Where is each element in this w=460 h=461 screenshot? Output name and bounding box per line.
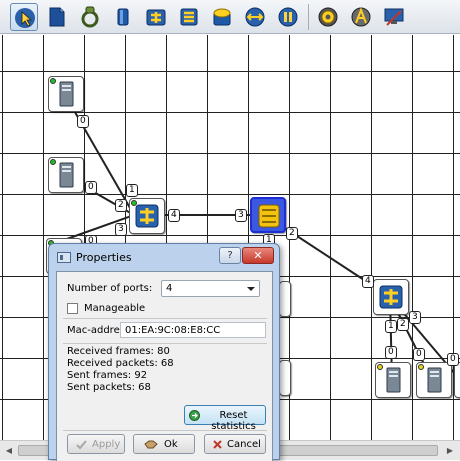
hub-tool-button[interactable] bbox=[142, 3, 170, 31]
manageable-checkbox[interactable] bbox=[67, 303, 78, 314]
toolbar-separator bbox=[308, 4, 309, 30]
hub-node-2[interactable] bbox=[373, 279, 409, 315]
font-icon bbox=[351, 7, 371, 27]
computer-icon bbox=[59, 81, 74, 107]
ports-label: Number of ports: bbox=[67, 283, 153, 294]
port-label: 3 bbox=[235, 209, 247, 222]
hub-node-1[interactable] bbox=[129, 198, 165, 234]
port-label: 2 bbox=[115, 199, 127, 212]
computer-node-5[interactable] bbox=[416, 362, 452, 398]
cancel-label: Cancel bbox=[227, 439, 261, 450]
bridge-icon bbox=[245, 7, 265, 27]
router-tool-button[interactable] bbox=[208, 3, 236, 31]
port-label: 0 bbox=[385, 346, 397, 359]
dialog-title: Properties bbox=[76, 251, 132, 264]
pause-icon bbox=[278, 7, 298, 27]
ports-select[interactable]: 4 bbox=[161, 280, 260, 297]
sent-frames-stat: Sent frames: 92 bbox=[67, 370, 148, 381]
switch-icon bbox=[258, 204, 280, 228]
computer-icon bbox=[427, 367, 442, 393]
properties-dialog: Properties ? ✕ Number of ports: 4 Manage… bbox=[48, 243, 280, 461]
pause-tool-button[interactable] bbox=[274, 3, 302, 31]
port-label: 0 bbox=[77, 115, 89, 128]
divider bbox=[63, 430, 267, 431]
port-label: 2 bbox=[397, 318, 409, 331]
divider bbox=[63, 343, 267, 344]
gear-icon bbox=[318, 7, 338, 27]
cancel-icon bbox=[213, 440, 222, 449]
switch-icon bbox=[180, 8, 198, 26]
port-label: 0 bbox=[447, 353, 459, 366]
close-button[interactable]: ✕ bbox=[242, 247, 274, 264]
settings-tool-button[interactable] bbox=[314, 3, 342, 31]
hidden-node-edge[interactable] bbox=[279, 360, 291, 396]
monitor-tool-button[interactable] bbox=[380, 3, 408, 31]
reset-statistics-label: Reset statistics bbox=[211, 410, 256, 432]
help-button[interactable]: ? bbox=[219, 247, 241, 264]
received-frames-stat: Received frames: 80 bbox=[67, 346, 170, 357]
chevron-down-icon bbox=[247, 287, 255, 291]
computer-node-4[interactable] bbox=[375, 362, 411, 398]
mac-value: 01:EA:9C:08:E8:CC bbox=[125, 325, 221, 336]
divider bbox=[63, 318, 267, 319]
pointer-icon bbox=[15, 8, 35, 28]
scroll-left-icon[interactable]: ◀ bbox=[3, 444, 15, 457]
cable-tool-button[interactable] bbox=[76, 3, 104, 31]
cancel-button[interactable]: Cancel bbox=[204, 434, 266, 454]
port-label: 0 bbox=[413, 348, 425, 361]
ports-value: 4 bbox=[166, 283, 173, 294]
manageable-label: Manageable bbox=[84, 303, 146, 314]
computer-node-1[interactable] bbox=[48, 76, 84, 112]
hidden-node-edge[interactable] bbox=[279, 281, 291, 317]
computer-node-2[interactable] bbox=[48, 157, 84, 193]
dialog-body: Number of ports: 4 Manageable Mac-addres… bbox=[56, 271, 273, 461]
port-label: 0 bbox=[85, 181, 97, 194]
cable-icon bbox=[81, 6, 99, 28]
hub-icon bbox=[379, 285, 403, 309]
document-tool-button[interactable] bbox=[43, 3, 71, 31]
port-label: 1 bbox=[385, 320, 397, 333]
font-tool-button[interactable] bbox=[347, 3, 375, 31]
select-tool-button[interactable] bbox=[10, 3, 38, 31]
mac-address-field[interactable]: 01:EA:9C:08:E8:CC bbox=[120, 322, 266, 338]
reset-statistics-button[interactable]: Reset statistics bbox=[184, 405, 266, 432]
switch-tool-button[interactable] bbox=[175, 3, 203, 31]
apply-label: Apply bbox=[92, 439, 121, 450]
received-packets-stat: Received packets: 68 bbox=[67, 358, 174, 369]
monitor-icon bbox=[384, 8, 404, 26]
port-label: 4 bbox=[168, 209, 180, 222]
device-tool-button[interactable] bbox=[109, 3, 137, 31]
hub-icon bbox=[135, 204, 159, 228]
ok-label: Ok bbox=[164, 439, 178, 450]
port-label: 2 bbox=[286, 227, 298, 240]
port-label: 3 bbox=[115, 223, 127, 236]
toolbar bbox=[0, 0, 460, 34]
computer-icon bbox=[59, 162, 74, 188]
computer-icon bbox=[386, 367, 401, 393]
apply-button[interactable]: Apply bbox=[67, 434, 125, 454]
port-label: 1 bbox=[126, 184, 138, 197]
scroll-right-icon[interactable]: ▶ bbox=[444, 444, 456, 457]
window-icon bbox=[57, 252, 71, 263]
reset-icon bbox=[189, 410, 200, 421]
document-icon bbox=[49, 7, 65, 27]
cylinder-device-icon bbox=[117, 8, 129, 26]
hub-icon bbox=[146, 9, 166, 26]
computer-node-6[interactable] bbox=[454, 362, 460, 398]
port-label: 4 bbox=[362, 275, 374, 288]
bridge-tool-button[interactable] bbox=[241, 3, 269, 31]
check-icon bbox=[76, 440, 87, 450]
port-label: 3 bbox=[409, 311, 421, 324]
hand-ok-icon bbox=[144, 440, 158, 449]
sent-packets-stat: Sent packets: 68 bbox=[67, 382, 151, 393]
switch-node-selected[interactable] bbox=[250, 197, 286, 233]
ok-button[interactable]: Ok bbox=[133, 434, 195, 454]
router-icon bbox=[213, 8, 231, 26]
